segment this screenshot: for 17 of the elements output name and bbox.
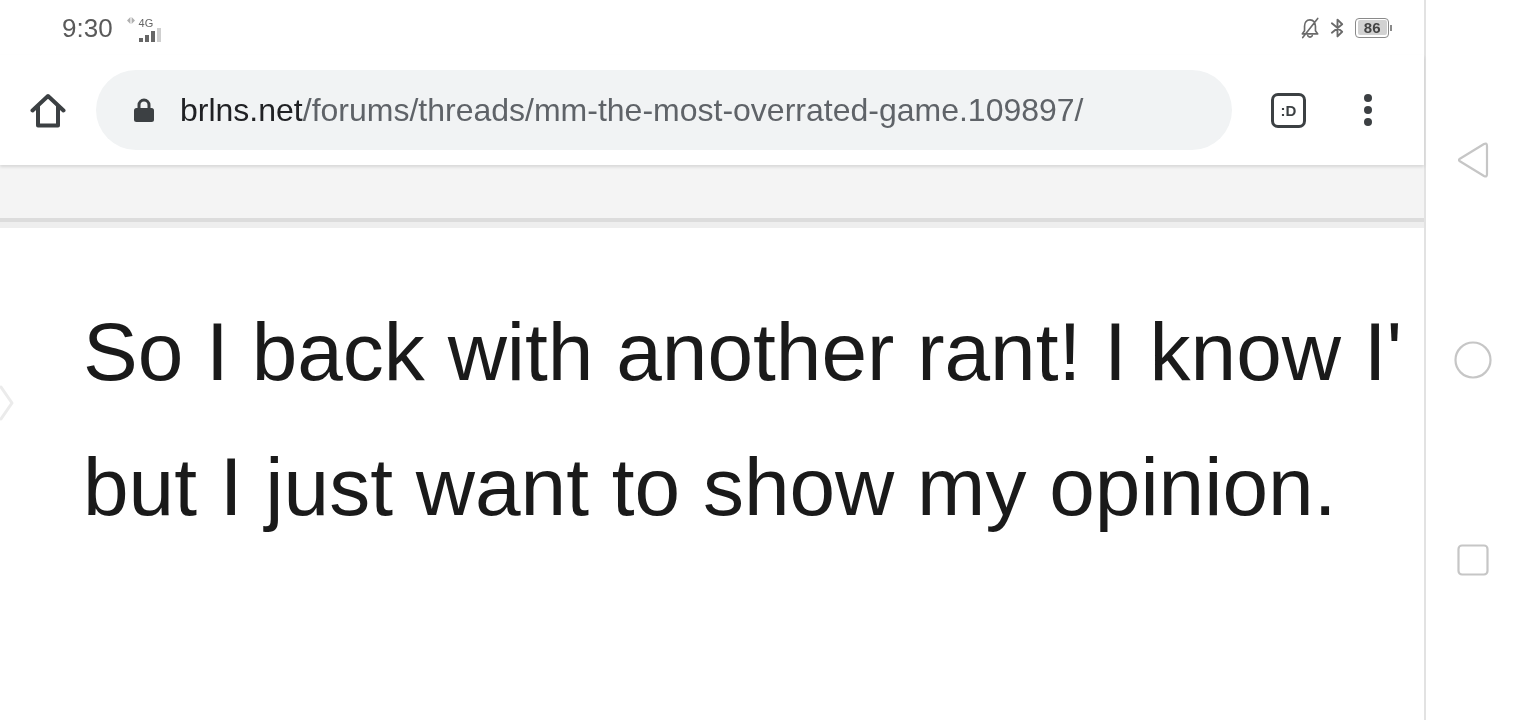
data-arrows-icon [126, 17, 135, 24]
signal-icon [138, 27, 161, 42]
battery-indicator: 86 [1355, 17, 1392, 38]
bluetooth-icon [1330, 16, 1346, 39]
bell-off-icon [1300, 16, 1321, 39]
circle-icon [1454, 341, 1492, 379]
tab-switcher-button[interactable]: :D [1271, 92, 1306, 128]
square-icon [1457, 544, 1489, 576]
network-type-label: 4G [138, 17, 154, 28]
post-text-line: but I just want to show my opinion. [83, 440, 1338, 534]
back-icon [1457, 142, 1489, 178]
post-text-line: So I back with another rant! I know I' [83, 305, 1404, 399]
address-field[interactable]: brlns.net/forums/threads/mm-the-most-overrated-game.109897/ [96, 70, 1232, 150]
home-icon [30, 92, 66, 128]
lock-icon [133, 98, 155, 122]
menu-icon [1364, 94, 1372, 126]
clock-time: 9:30 [62, 14, 113, 41]
